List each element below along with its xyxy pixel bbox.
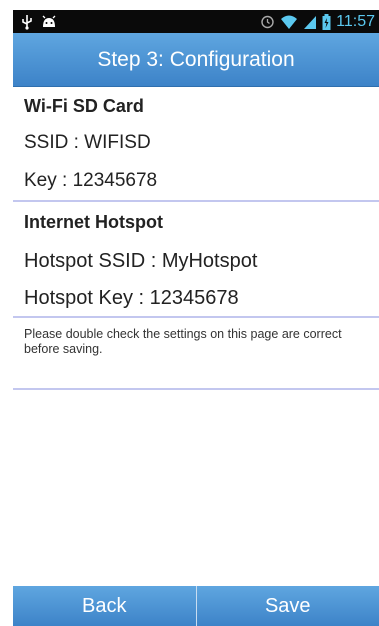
- battery-icon: [322, 13, 331, 30]
- android-debug-icon: [41, 15, 57, 29]
- alarm-icon: [260, 14, 275, 29]
- status-right: 11:57: [260, 12, 375, 31]
- wifi-sd-key: Key : 12345678: [24, 170, 158, 191]
- confirmation-note: Please double check the settings on this…: [24, 327, 342, 356]
- wifi-sd-section-title: Wi-Fi SD Card: [24, 96, 144, 116]
- title-bar: Step 3: Configuration: [13, 33, 379, 87]
- bottom-button-bar: Back Save: [13, 586, 379, 626]
- signal-icon: [303, 15, 317, 29]
- wifi-sd-ssid: SSID : WIFISD: [24, 132, 151, 153]
- hotspot-section-title: Internet Hotspot: [24, 212, 163, 232]
- status-bar: 11:57: [13, 10, 379, 33]
- hotspot-ssid: Hotspot SSID : MyHotspot: [24, 250, 258, 272]
- status-time: 11:57: [336, 12, 375, 30]
- wifi-icon: [280, 15, 298, 29]
- back-button[interactable]: Back: [13, 586, 196, 626]
- section-divider: [13, 388, 379, 390]
- hotspot-key: Hotspot Key : 12345678: [24, 287, 239, 309]
- save-button[interactable]: Save: [197, 586, 379, 626]
- page-title: Step 3: Configuration: [97, 47, 295, 71]
- section-divider: [13, 200, 379, 202]
- section-divider: [13, 316, 379, 318]
- status-left: [21, 12, 57, 31]
- usb-icon: [21, 14, 33, 30]
